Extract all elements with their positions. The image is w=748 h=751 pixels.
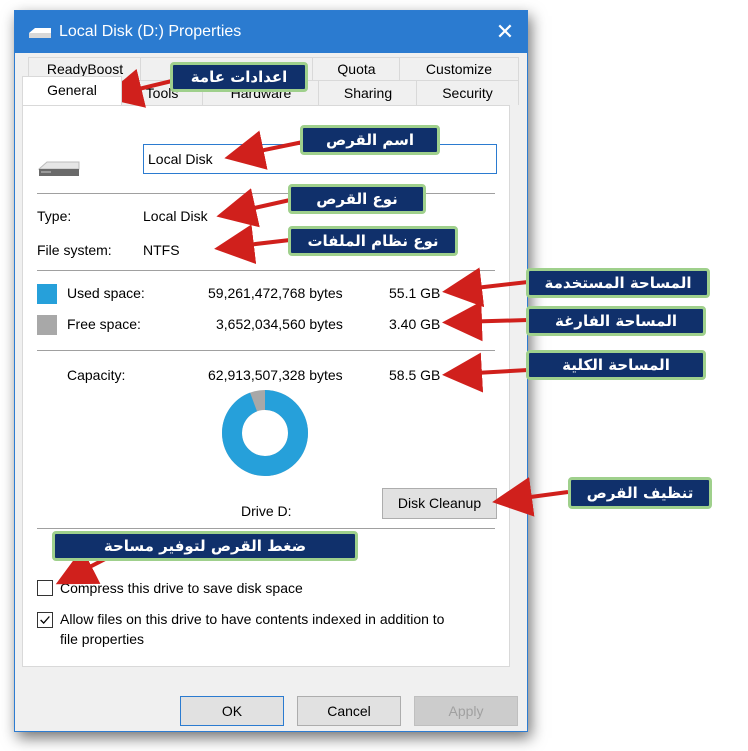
capacity-gb: 58.5 GB (389, 367, 441, 383)
title-bar[interactable]: Local Disk (D:) Properties ✕ (15, 11, 527, 53)
callout-total-space: المساحة الكلية (526, 350, 706, 380)
tab-sharing[interactable]: Sharing (318, 80, 418, 105)
check-icon (40, 616, 50, 625)
capacity-label: Capacity: (67, 367, 126, 383)
free-space-gb: 3.40 GB (389, 316, 441, 332)
free-space-swatch (37, 315, 57, 335)
tab-general[interactable]: General (22, 76, 122, 105)
window-title: Local Disk (D:) Properties (59, 23, 242, 40)
tab-quota[interactable]: Quota (312, 57, 401, 80)
hard-drive-icon (37, 161, 80, 176)
callout-general-settings: اعدادات عامة (170, 62, 308, 92)
callout-disk-cleanup: تنظيف القرص (568, 477, 712, 509)
disk-usage-donut (222, 390, 308, 476)
type-label: Type: (37, 208, 72, 224)
disk-cleanup-button[interactable]: Disk Cleanup (382, 488, 497, 519)
divider (37, 350, 495, 351)
compress-label: Compress this drive to save disk space (60, 580, 303, 596)
close-icon[interactable]: ✕ (493, 19, 517, 45)
used-space-gb: 55.1 GB (389, 285, 441, 301)
file-system-value: NTFS (143, 242, 180, 258)
free-space-label: Free space: (67, 316, 141, 332)
callout-disk-name: اسم القرص (300, 125, 440, 155)
used-space-ring (222, 390, 308, 476)
callout-file-system-type: نوع نظام الملفات (288, 226, 458, 256)
index-label-line1: Allow files on this drive to have conten… (60, 611, 445, 627)
used-space-label: Used space: (67, 285, 145, 301)
tab-security[interactable]: Security (416, 80, 519, 105)
callout-free-space: المساحة الفارغة (526, 306, 706, 336)
callout-compress-disk: ضغط القرص لتوفير مساحة (52, 531, 358, 561)
drive-letter-label: Drive D: (241, 503, 292, 519)
index-label-line2: file properties (60, 631, 145, 647)
capacity-bytes: 62,913,507,328 bytes (208, 367, 343, 383)
used-space-swatch (37, 284, 57, 304)
callout-disk-type: نوع القرص (288, 184, 426, 214)
divider (37, 193, 495, 194)
divider (37, 270, 495, 271)
ok-button[interactable]: OK (180, 696, 284, 726)
free-space-bytes: 3,652,034,560 bytes (216, 316, 343, 332)
type-value: Local Disk (143, 208, 208, 224)
drive-icon (29, 28, 51, 38)
file-system-label: File system: (37, 242, 112, 258)
cancel-button[interactable]: Cancel (297, 696, 401, 726)
tab-customize[interactable]: Customize (399, 57, 519, 80)
used-space-bytes: 59,261,472,768 bytes (208, 285, 343, 301)
apply-button[interactable]: Apply (414, 696, 518, 726)
callout-used-space: المساحة المستخدمة (526, 268, 710, 298)
compress-checkbox[interactable] (37, 580, 53, 596)
index-checkbox[interactable] (37, 612, 53, 628)
divider (37, 528, 495, 529)
